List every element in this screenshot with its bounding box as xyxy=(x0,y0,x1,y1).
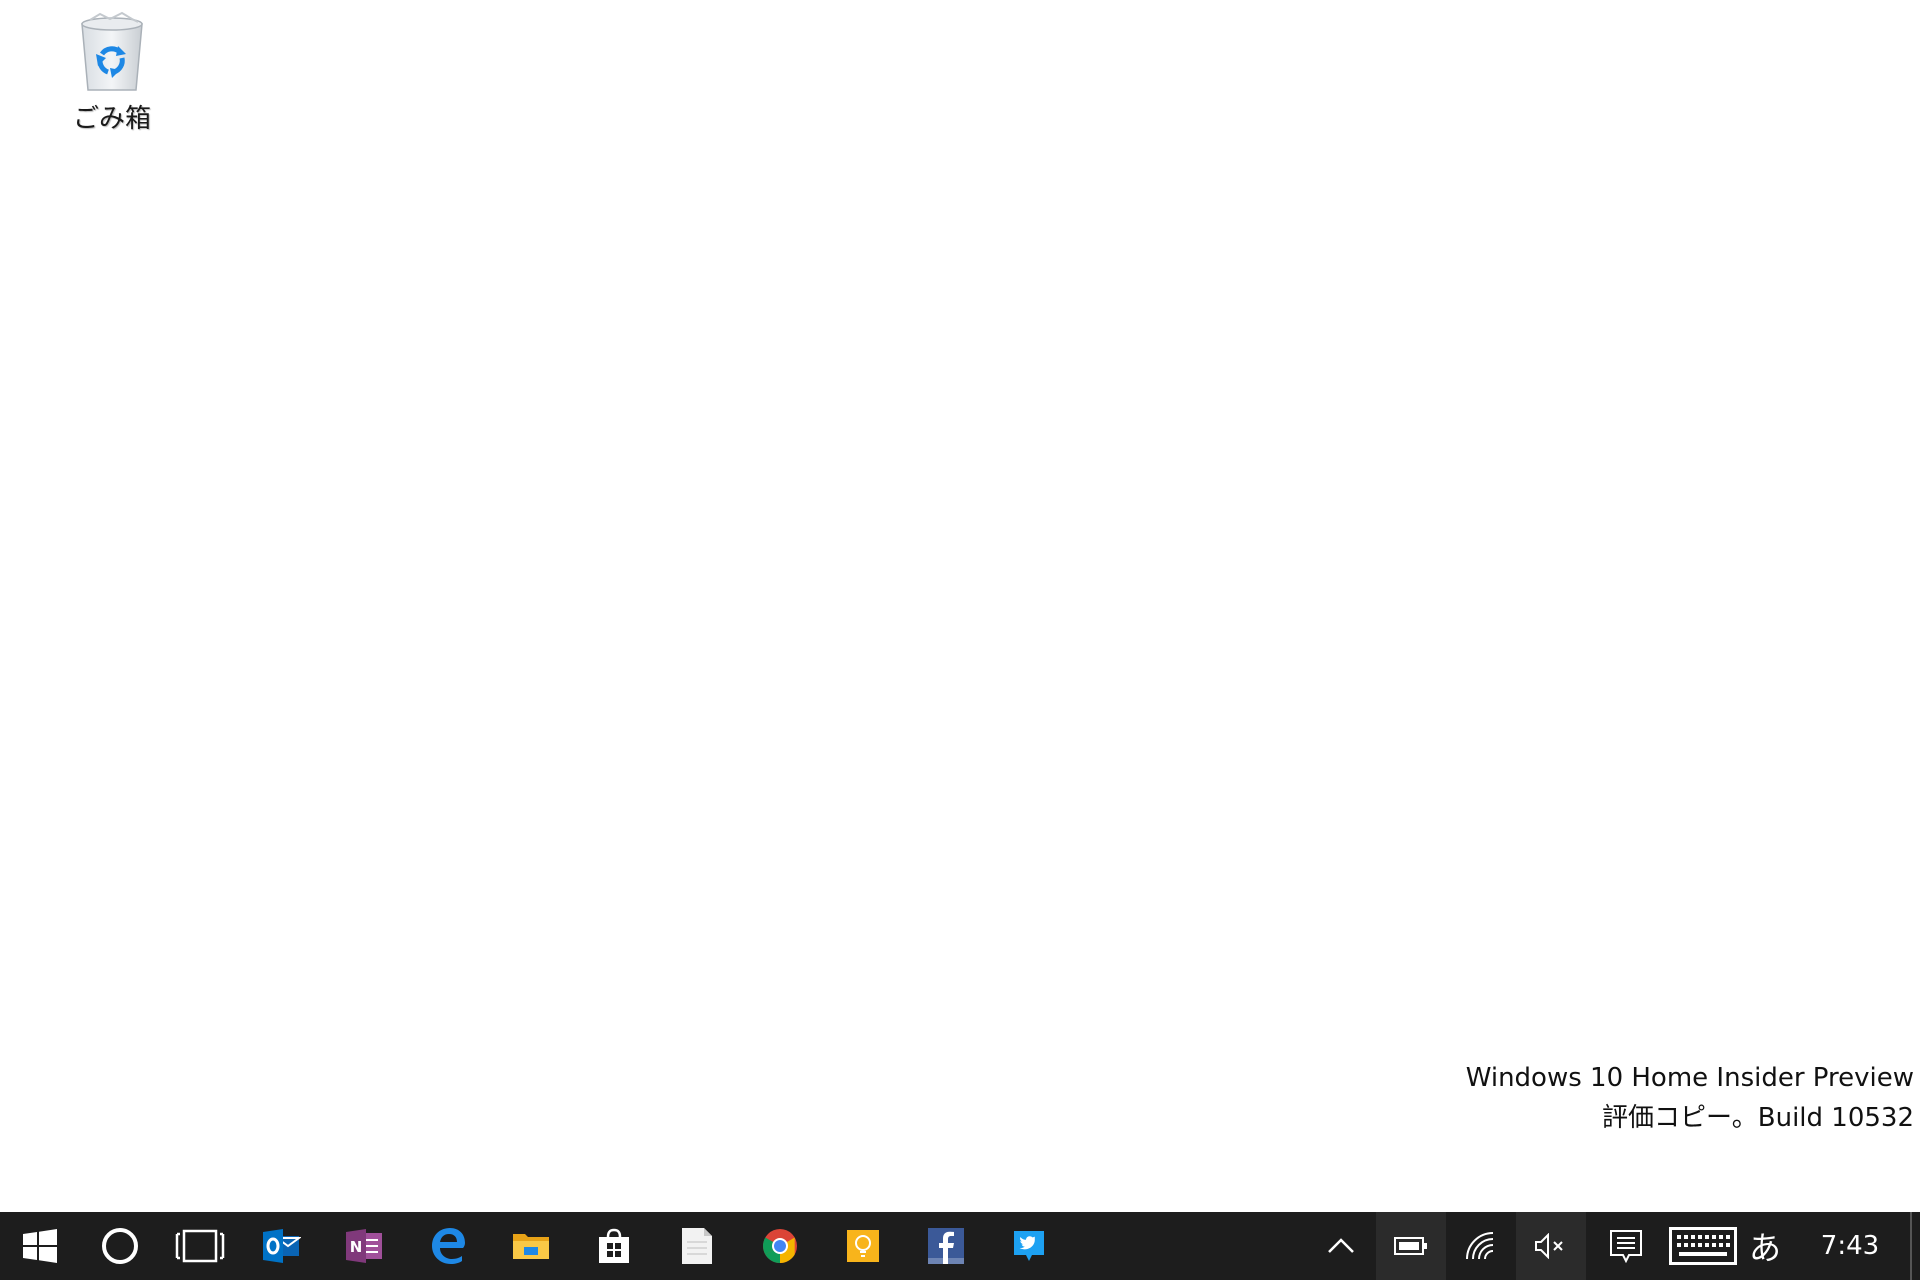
taskbar-app-store[interactable] xyxy=(572,1212,655,1280)
document-icon xyxy=(681,1228,712,1264)
touch-keyboard-icon xyxy=(1669,1227,1737,1265)
volume-button[interactable] xyxy=(1516,1212,1586,1280)
onenote-icon: N xyxy=(345,1229,382,1263)
cortana-button[interactable] xyxy=(80,1212,160,1280)
taskbar-app-facebook[interactable] xyxy=(904,1212,987,1280)
taskbar-app-document[interactable] xyxy=(655,1212,738,1280)
store-icon xyxy=(598,1228,629,1263)
battery-icon xyxy=(1394,1237,1427,1255)
touch-keyboard-button[interactable] xyxy=(1666,1212,1740,1280)
watermark-line-1: Windows 10 Home Insider Preview xyxy=(1465,1063,1914,1093)
outlook-icon xyxy=(262,1229,301,1263)
lightbulb-icon xyxy=(846,1230,879,1262)
taskbar-app-file-explorer[interactable] xyxy=(489,1212,572,1280)
recycle-bin-shortcut[interactable]: ごみ箱 xyxy=(62,10,162,135)
ime-mode-label: あ xyxy=(1748,1229,1781,1267)
windows-logo-icon xyxy=(23,1229,57,1263)
windows-build-watermark: Windows 10 Home Insider Preview 評価コピー。Bu… xyxy=(1466,1058,1914,1138)
chrome-icon xyxy=(762,1229,797,1263)
action-center-icon xyxy=(1610,1230,1642,1263)
folder-icon xyxy=(512,1234,549,1259)
battery-button[interactable] xyxy=(1376,1212,1446,1280)
twitter-icon xyxy=(1013,1231,1044,1261)
taskbar-app-edge[interactable] xyxy=(406,1212,489,1280)
start-button[interactable] xyxy=(0,1212,80,1280)
chevron-up-icon xyxy=(1328,1238,1354,1253)
taskbar-app-chrome[interactable] xyxy=(738,1212,821,1280)
desktop: ごみ箱 Windows 10 Home Insider Preview 評価コピ… xyxy=(0,0,1920,1212)
clock-time: 7:43 xyxy=(1820,1231,1880,1261)
volume-muted-icon xyxy=(1535,1233,1563,1259)
edge-icon xyxy=(431,1228,465,1264)
taskbar: N あ 7:43 xyxy=(0,1212,1920,1280)
wifi-icon xyxy=(1466,1232,1494,1260)
action-center-button[interactable] xyxy=(1586,1212,1666,1280)
recycle-bin-icon xyxy=(81,11,143,91)
taskbar-app-twitter[interactable] xyxy=(987,1212,1070,1280)
show-hidden-icons-button[interactable] xyxy=(1306,1212,1376,1280)
svg-text:N: N xyxy=(349,1238,362,1256)
taskbar-app-outlook[interactable] xyxy=(240,1212,323,1280)
task-view-icon xyxy=(175,1229,225,1263)
taskbar-app-onenote[interactable]: N xyxy=(323,1212,406,1280)
recycle-bin-label: ごみ箱 xyxy=(72,104,151,134)
facebook-icon xyxy=(927,1228,964,1264)
task-view-button[interactable] xyxy=(160,1212,240,1280)
ime-mode-button[interactable]: あ xyxy=(1740,1212,1790,1280)
watermark-line-2: 評価コピー。Build 10532 xyxy=(1602,1103,1914,1133)
show-desktop-button[interactable] xyxy=(1910,1212,1920,1280)
network-button[interactable] xyxy=(1446,1212,1516,1280)
system-tray: あ 7:43 xyxy=(1306,1212,1920,1280)
cortana-circle-icon xyxy=(102,1228,138,1264)
taskbar-app-tips[interactable] xyxy=(821,1212,904,1280)
clock-button[interactable]: 7:43 xyxy=(1790,1212,1910,1280)
